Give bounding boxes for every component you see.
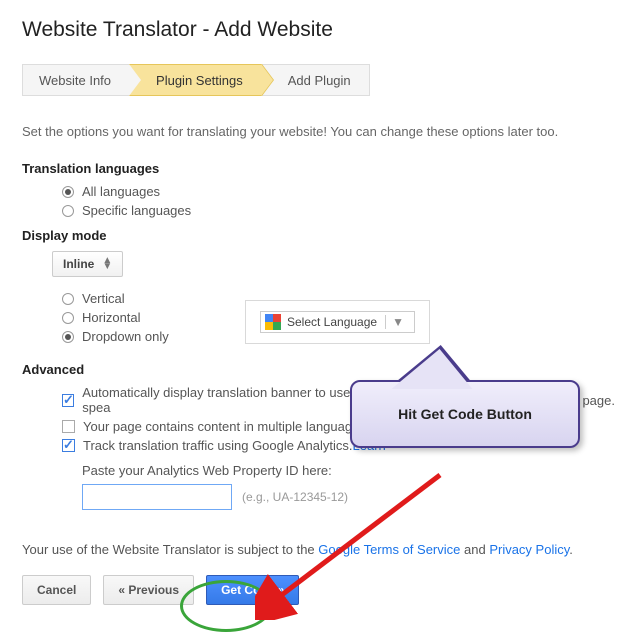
analytics-id-label: Paste your Analytics Web Property ID her… xyxy=(82,463,615,478)
radio-label: All languages xyxy=(82,184,160,199)
checkbox-label-tail: page. xyxy=(582,393,615,408)
radio-label: Specific languages xyxy=(82,203,191,218)
radio-label: Horizontal xyxy=(82,310,141,325)
step-plugin-settings[interactable]: Plugin Settings xyxy=(129,64,262,96)
checkbox-label: Your page contains content in multiple l… xyxy=(83,419,369,434)
google-logo-icon xyxy=(265,314,281,330)
footer-text: Your use of the Website Translator is su… xyxy=(22,542,615,557)
annotation-callout-text: Hit Get Code Button xyxy=(398,406,532,422)
checkbox-icon xyxy=(62,394,74,407)
step-label: Add Plugin xyxy=(288,73,351,88)
radio-icon xyxy=(62,312,74,324)
checkbox-icon xyxy=(62,439,75,452)
checkbox-label: Automatically display translation banner… xyxy=(82,385,372,415)
privacy-link[interactable]: Privacy Policy xyxy=(489,542,569,557)
tos-link[interactable]: Google Terms of Service xyxy=(318,542,460,557)
step-website-info[interactable]: Website Info xyxy=(22,64,130,96)
radio-label: Dropdown only xyxy=(82,329,169,344)
chevron-down-icon: ▼ xyxy=(385,315,410,329)
radio-specific-languages[interactable]: Specific languages xyxy=(62,203,615,218)
step-label: Plugin Settings xyxy=(156,73,243,88)
intro-text: Set the options you want for translating… xyxy=(22,124,615,139)
section-translation-languages: Translation languages xyxy=(22,161,615,176)
step-add-plugin[interactable]: Add Plugin xyxy=(261,64,370,96)
page-title: Website Translator - Add Website xyxy=(22,18,615,42)
analytics-id-hint: (e.g., UA-12345-12) xyxy=(242,490,348,504)
radio-label: Vertical xyxy=(82,291,125,306)
select-value: Inline xyxy=(63,257,94,271)
section-advanced: Advanced xyxy=(22,362,615,377)
get-code-button[interactable]: Get Code » xyxy=(206,575,299,605)
radio-icon xyxy=(62,293,74,305)
checkbox-icon xyxy=(62,420,75,433)
language-widget-preview: Select Language ▼ xyxy=(245,300,430,344)
annotation-callout: Hit Get Code Button xyxy=(350,380,580,448)
radio-icon xyxy=(62,205,74,217)
display-mode-select[interactable]: Inline ▲▼ xyxy=(52,251,123,277)
footer-and: and xyxy=(460,542,489,557)
updown-icon: ▲▼ xyxy=(102,258,112,270)
radio-icon xyxy=(62,186,74,198)
footer-suffix: . xyxy=(569,542,573,557)
previous-button[interactable]: « Previous xyxy=(103,575,194,605)
cancel-button[interactable]: Cancel xyxy=(22,575,91,605)
footer-prefix: Your use of the Website Translator is su… xyxy=(22,542,318,557)
step-label: Website Info xyxy=(39,73,111,88)
checkbox-label: Track translation traffic using Google A… xyxy=(83,438,353,453)
analytics-id-input[interactable] xyxy=(82,484,232,510)
wizard-steps: Website Info Plugin Settings Add Plugin xyxy=(22,64,615,96)
language-dropdown-label: Select Language xyxy=(287,315,377,329)
section-display-mode: Display mode xyxy=(22,228,615,243)
language-dropdown[interactable]: Select Language ▼ xyxy=(260,311,415,333)
radio-icon xyxy=(62,331,74,343)
radio-all-languages[interactable]: All languages xyxy=(62,184,615,199)
